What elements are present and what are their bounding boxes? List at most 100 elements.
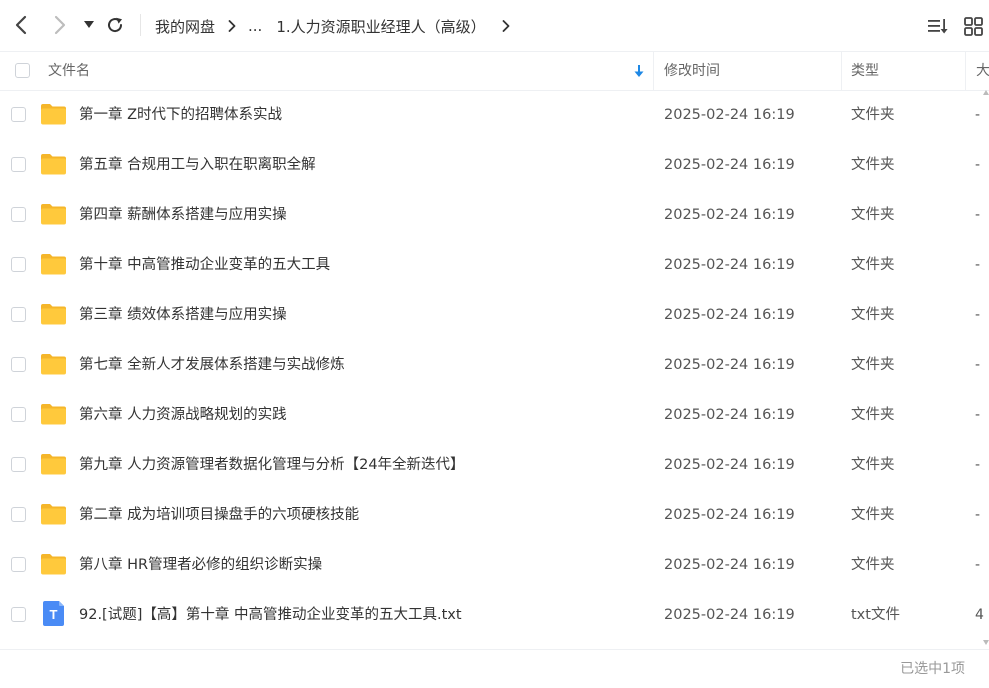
toolbar-divider <box>140 14 141 36</box>
grid-view-icon[interactable] <box>963 15 985 37</box>
file-row[interactable]: 第四章 薪酬体系搭建与应用实操 2025-02-24 16:19 文件夹 - <box>0 190 989 240</box>
file-size: - <box>975 457 981 473</box>
file-name[interactable]: 第九章 人力资源管理者数据化管理与分析【24年全新迭代】 <box>79 440 465 490</box>
refresh-icon <box>106 16 124 34</box>
refresh-button[interactable] <box>102 12 128 38</box>
file-list: 第一章 Z时代下的招聘体系实战 2025-02-24 16:19 文件夹 - 第… <box>0 90 989 648</box>
file-name[interactable]: 第二章 成为培训项目操盘手的六项硬核技能 <box>79 490 359 540</box>
scroll-up-arrow-icon[interactable] <box>983 90 989 95</box>
file-row[interactable]: 第五章 合规用工与入职在职离职全解 2025-02-24 16:19 文件夹 - <box>0 140 989 190</box>
file-size: - <box>975 357 981 373</box>
file-row[interactable]: 第七章 全新人才发展体系搭建与实战修炼 2025-02-24 16:19 文件夹… <box>0 340 989 390</box>
breadcrumb-current[interactable]: 1.人力资源职业经理人（高级） <box>276 16 485 37</box>
file-modified-time: 2025-02-24 16:19 <box>664 107 795 123</box>
file-type: 文件夹 <box>851 457 895 473</box>
file-name[interactable]: 第五章 合规用工与入职在职离职全解 <box>79 140 316 190</box>
column-divider[interactable] <box>965 52 966 90</box>
row-checkbox[interactable] <box>11 107 26 122</box>
file-name[interactable]: 第四章 薪酬体系搭建与应用实操 <box>79 190 287 240</box>
file-modified-time: 2025-02-24 16:19 <box>664 357 795 373</box>
toolbar: 我的网盘 ... 1.人力资源职业经理人（高级） <box>0 0 989 50</box>
folder-icon <box>40 552 67 576</box>
row-checkbox[interactable] <box>11 557 26 572</box>
file-name[interactable]: 第七章 全新人才发展体系搭建与实战修炼 <box>79 340 345 390</box>
file-size: - <box>975 107 981 123</box>
row-checkbox[interactable] <box>11 207 26 222</box>
file-name[interactable]: 第一章 Z时代下的招聘体系实战 <box>79 90 282 140</box>
caret-down-icon <box>84 21 94 29</box>
folder-icon <box>40 352 67 376</box>
file-modified-time: 2025-02-24 16:19 <box>664 307 795 323</box>
column-divider[interactable] <box>841 52 842 90</box>
file-list-header: 文件名 修改时间 类型 大 <box>0 51 989 91</box>
row-checkbox[interactable] <box>11 407 26 422</box>
file-type: 文件夹 <box>851 507 895 523</box>
vertical-scrollbar[interactable] <box>983 90 989 645</box>
file-size: - <box>975 557 981 573</box>
file-name[interactable]: 第六章 人力资源战略规划的实践 <box>79 390 287 440</box>
column-header-modified[interactable]: 修改时间 <box>664 52 720 90</box>
scroll-down-arrow-icon[interactable] <box>983 640 989 645</box>
file-type: 文件夹 <box>851 107 895 123</box>
row-checkbox[interactable] <box>11 157 26 172</box>
svg-text:T: T <box>50 607 58 622</box>
breadcrumb-root[interactable]: 我的网盘 <box>155 16 215 37</box>
row-checkbox[interactable] <box>11 257 26 272</box>
chevron-right-icon <box>228 20 236 32</box>
row-checkbox[interactable] <box>11 307 26 322</box>
file-name[interactable]: 第三章 绩效体系搭建与应用实操 <box>79 290 287 340</box>
file-modified-time: 2025-02-24 16:19 <box>664 507 795 523</box>
file-row[interactable]: 第六章 人力资源战略规划的实践 2025-02-24 16:19 文件夹 - <box>0 390 989 440</box>
file-type: 文件夹 <box>851 157 895 173</box>
column-header-name[interactable]: 文件名 <box>48 52 90 90</box>
file-type: 文件夹 <box>851 357 895 373</box>
file-row[interactable]: 第八章 HR管理者必修的组织诊断实操 2025-02-24 16:19 文件夹 … <box>0 540 989 590</box>
file-type: 文件夹 <box>851 207 895 223</box>
txt-file-icon: T <box>42 601 69 626</box>
row-checkbox[interactable] <box>11 357 26 372</box>
back-button[interactable] <box>8 12 34 38</box>
file-name[interactable]: 第八章 HR管理者必修的组织诊断实操 <box>79 540 322 590</box>
folder-icon <box>40 102 67 126</box>
file-row[interactable]: 第二章 成为培训项目操盘手的六项硬核技能 2025-02-24 16:19 文件… <box>0 490 989 540</box>
file-type: 文件夹 <box>851 557 895 573</box>
file-row[interactable]: 第九章 人力资源管理者数据化管理与分析【24年全新迭代】 2025-02-24 … <box>0 440 989 490</box>
file-modified-time: 2025-02-24 16:19 <box>664 607 795 623</box>
file-size: - <box>975 407 981 423</box>
file-modified-time: 2025-02-24 16:19 <box>664 257 795 273</box>
file-size: - <box>975 307 981 323</box>
file-type: 文件夹 <box>851 257 895 273</box>
row-checkbox[interactable] <box>11 607 26 622</box>
folder-icon <box>40 252 67 276</box>
file-type: txt文件 <box>851 607 900 623</box>
folder-icon <box>40 452 67 476</box>
file-name[interactable]: 第十章 中高管推动企业变革的五大工具 <box>79 240 330 290</box>
history-dropdown-button[interactable] <box>76 12 102 38</box>
sort-descending-icon[interactable] <box>633 63 645 79</box>
file-row[interactable]: 第三章 绩效体系搭建与应用实操 2025-02-24 16:19 文件夹 - <box>0 290 989 340</box>
status-bar: 已选中1项 <box>0 649 989 682</box>
select-all-checkbox[interactable] <box>15 63 30 78</box>
file-name[interactable]: 92.[试题]【高】第十章 中高管推动企业变革的五大工具.txt <box>79 590 462 640</box>
chevron-left-icon <box>14 15 28 35</box>
column-header-type[interactable]: 类型 <box>851 52 879 90</box>
file-size: - <box>975 507 981 523</box>
folder-icon <box>40 302 67 326</box>
file-size: - <box>975 257 981 273</box>
file-row[interactable]: 第十章 中高管推动企业变革的五大工具 2025-02-24 16:19 文件夹 … <box>0 240 989 290</box>
folder-icon <box>40 502 67 526</box>
column-header-size[interactable]: 大 <box>976 52 989 90</box>
file-row[interactable]: 第一章 Z时代下的招聘体系实战 2025-02-24 16:19 文件夹 - <box>0 90 989 140</box>
row-checkbox[interactable] <box>11 457 26 472</box>
chevron-right-icon[interactable] <box>502 20 510 32</box>
file-modified-time: 2025-02-24 16:19 <box>664 557 795 573</box>
file-row[interactable]: T 92.[试题]【高】第十章 中高管推动企业变革的五大工具.txt 2025-… <box>0 590 989 640</box>
row-checkbox[interactable] <box>11 507 26 522</box>
file-modified-time: 2025-02-24 16:19 <box>664 407 795 423</box>
folder-icon <box>40 202 67 226</box>
forward-button[interactable] <box>47 12 73 38</box>
selection-status: 已选中1项 <box>900 661 965 677</box>
sort-list-icon[interactable] <box>927 15 949 37</box>
column-divider[interactable] <box>653 52 654 90</box>
breadcrumb-ellipsis[interactable]: ... <box>248 17 262 35</box>
